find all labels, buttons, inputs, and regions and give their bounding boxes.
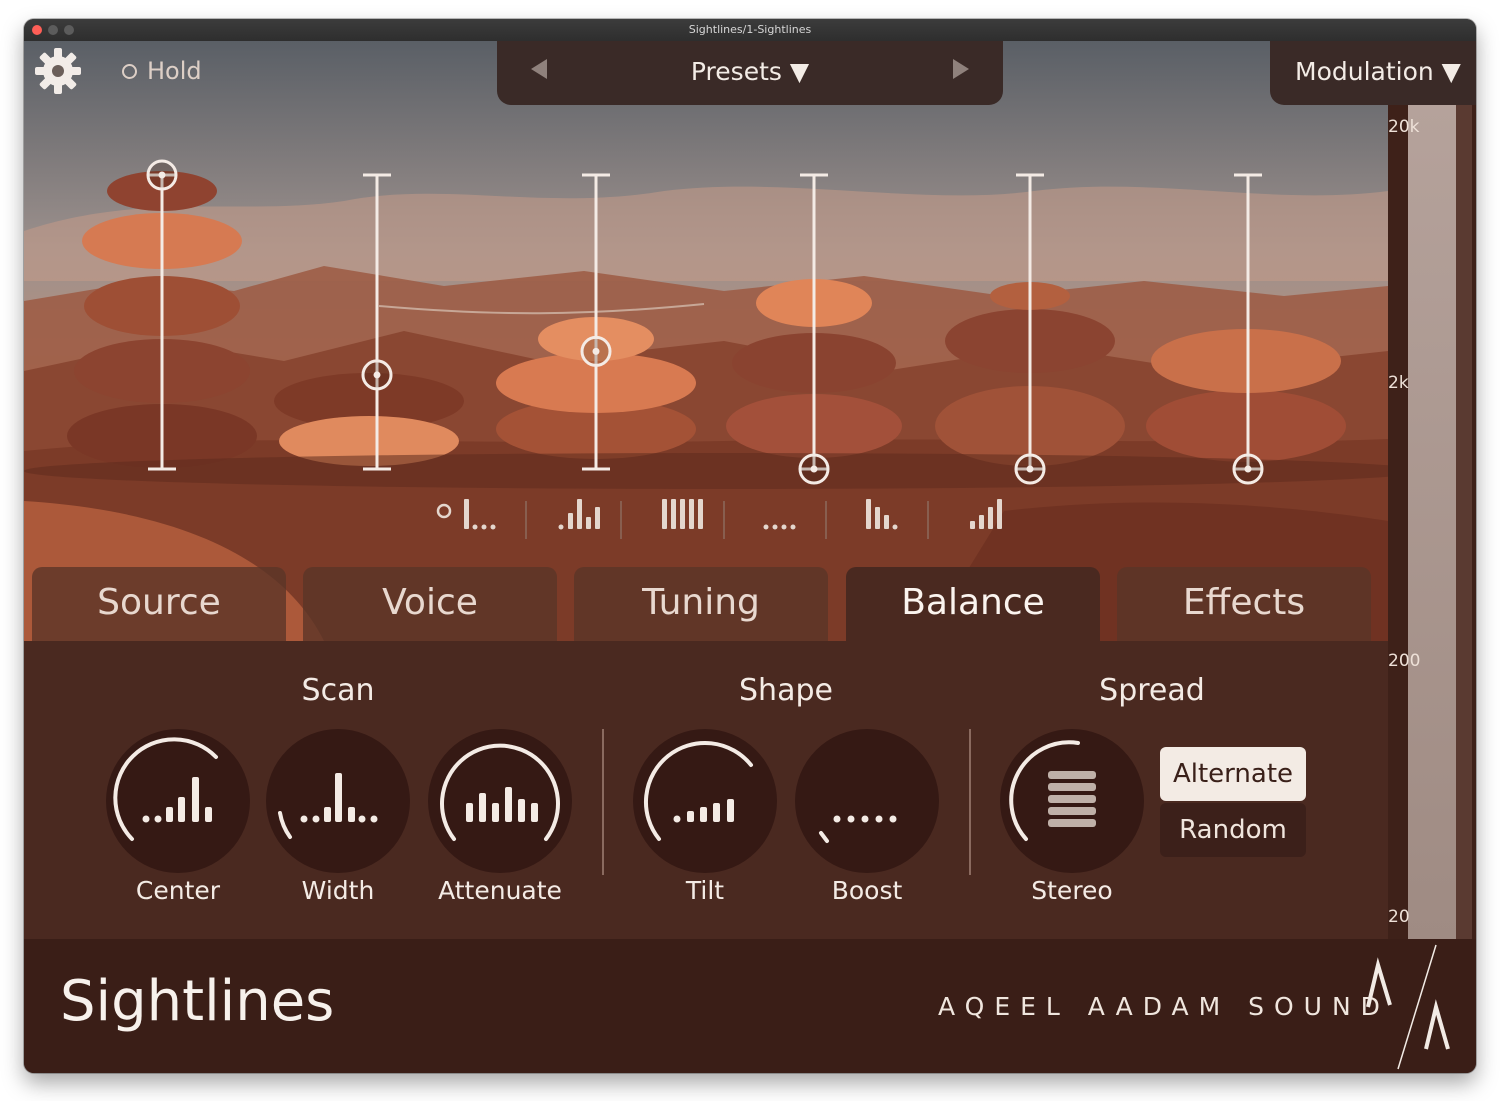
tab-effects[interactable]: Effects xyxy=(1117,567,1371,641)
pattern-first-high-icon-bar xyxy=(490,524,496,530)
tab-balance[interactable]: Balance xyxy=(846,567,1100,641)
pattern-even-icon-bar xyxy=(689,499,694,529)
slider-handle-dot-4[interactable] xyxy=(810,465,818,473)
pattern-middle-peak-icon-bar xyxy=(595,507,600,529)
pattern-first-high-icon[interactable] xyxy=(464,499,496,530)
pattern-flat-icon-bar xyxy=(781,524,787,530)
hold-toggle[interactable]: Hold xyxy=(122,57,202,85)
presets-dropdown[interactable]: Presets ▼ xyxy=(497,57,1003,86)
frequency-meter: 20k 2k 200 20 xyxy=(1388,105,1476,939)
modulation-bar: Modulation ▼ xyxy=(1270,41,1476,105)
pattern-even-icon-bar xyxy=(680,499,685,529)
settings-gear-icon[interactable] xyxy=(32,45,84,97)
voice-level-sliders xyxy=(146,159,1264,485)
pattern-selector xyxy=(436,499,1002,539)
section-divider xyxy=(969,729,971,875)
pattern-descending-icon-bar xyxy=(875,507,880,529)
close-window-button[interactable] xyxy=(32,25,42,35)
stereo-knob-label: Stereo xyxy=(1031,876,1113,905)
slider-handle-dot-1[interactable] xyxy=(158,171,166,179)
meter-edge xyxy=(1456,105,1472,939)
attenuate-knob-dial xyxy=(440,743,560,841)
pattern-ascending-icon-bar xyxy=(997,499,1002,529)
maker-name: AQEEL AADAM SOUND xyxy=(938,992,1390,1021)
tilt-knob[interactable] xyxy=(633,729,777,873)
next-preset-icon[interactable] xyxy=(953,59,969,79)
pattern-flat-icon-bar xyxy=(790,524,796,530)
pattern-ascending-icon-bar xyxy=(988,507,993,529)
section-divider xyxy=(602,729,604,875)
width-knob-dial xyxy=(278,773,378,839)
attenuate-knob-label: Attenuate xyxy=(438,876,562,905)
boost-knob[interactable] xyxy=(795,729,939,873)
meter-band xyxy=(1408,105,1456,939)
footer: Sightlines AQEEL AADAM SOUND xyxy=(24,939,1476,1073)
pattern-descending-icon-bar xyxy=(866,499,871,529)
tab-voice[interactable]: Voice xyxy=(303,567,557,641)
tab-tuning[interactable]: Tuning xyxy=(574,567,828,641)
pattern-middle-peak-icon[interactable] xyxy=(558,499,601,530)
app-window: Sightlines/1-Sightlines Hold Presets ▼ M… xyxy=(24,19,1476,1073)
hold-label: Hold xyxy=(147,57,202,85)
presets-bar: Presets ▼ xyxy=(497,41,1003,105)
pattern-flat-icon-bar xyxy=(763,524,769,530)
window-title: Sightlines/1-Sightlines xyxy=(688,23,812,36)
pattern-even-icon-bar xyxy=(671,499,676,529)
pattern-middle-peak-icon-bar xyxy=(577,499,582,529)
pattern-descending-icon[interactable] xyxy=(866,499,898,530)
pattern-first-high-icon-bar xyxy=(464,499,469,529)
boost-knob-dial xyxy=(819,815,897,843)
pattern-middle-peak-icon-bar xyxy=(558,524,564,530)
slider-handle-dot-5[interactable] xyxy=(1026,465,1034,473)
attenuate-knob[interactable] xyxy=(428,729,572,873)
pattern-flat-icon[interactable] xyxy=(763,524,796,530)
pattern-flat-icon-bar xyxy=(772,524,778,530)
center-knob[interactable] xyxy=(106,729,250,873)
pattern-even-icon[interactable] xyxy=(662,499,703,529)
hold-indicator-icon xyxy=(122,63,137,79)
pattern-selected-indicator-icon xyxy=(436,503,452,519)
tilt-knob-dial xyxy=(643,740,753,841)
modulation-dropdown[interactable]: Modulation ▼ xyxy=(1295,57,1461,86)
stereo-knob-dial xyxy=(1009,740,1096,841)
tab-source[interactable]: Source xyxy=(32,567,286,641)
width-knob[interactable] xyxy=(266,729,410,873)
slider-handle-dot-3[interactable] xyxy=(592,347,600,355)
alternate-option-button[interactable]: Alternate xyxy=(1160,747,1306,801)
product-name: Sightlines xyxy=(60,969,335,1034)
center-knob-label: Center xyxy=(135,876,221,905)
meter-label-20k: 20k xyxy=(1388,117,1420,137)
pattern-ascending-icon[interactable] xyxy=(970,499,1002,529)
slider-handle-dot-6[interactable] xyxy=(1244,465,1252,473)
pattern-ascending-icon-bar xyxy=(970,521,975,529)
shape-section-title: Shape xyxy=(739,673,833,708)
tab-bar: Source Voice Tuning Balance Effects xyxy=(32,567,1372,641)
meter-label-200: 200 xyxy=(1388,651,1421,671)
spread-section-title: Spread xyxy=(1099,673,1205,708)
stereo-knob[interactable] xyxy=(1000,729,1144,873)
boost-knob-label: Boost xyxy=(831,876,903,905)
pattern-ascending-icon-bar xyxy=(979,515,984,529)
random-option-button[interactable]: Random xyxy=(1160,803,1306,857)
pattern-even-icon-bar xyxy=(698,499,703,529)
pattern-descending-icon-bar xyxy=(884,515,889,529)
pattern-descending-icon-bar xyxy=(892,524,898,530)
maker-logo-icon xyxy=(1366,944,1450,1070)
tilt-knob-label: Tilt xyxy=(685,876,725,905)
pattern-first-high-icon-bar xyxy=(481,524,487,530)
slider-handle-dot-2[interactable] xyxy=(373,371,381,379)
minimize-window-button[interactable] xyxy=(48,25,58,35)
width-knob-label: Width xyxy=(301,876,375,905)
balance-panel: Scan Shape Spread Center Width Attenuate… xyxy=(24,641,1388,939)
pattern-middle-peak-icon-bar xyxy=(568,513,573,529)
pattern-middle-peak-icon-bar xyxy=(586,517,591,529)
scan-section-title: Scan xyxy=(301,673,375,708)
center-knob-dial xyxy=(113,737,218,841)
pattern-even-icon-bar xyxy=(662,499,667,529)
pattern-first-high-icon-bar xyxy=(472,524,478,530)
meter-label-20: 20 xyxy=(1388,907,1410,927)
title-bar: Sightlines/1-Sightlines xyxy=(24,19,1476,41)
meter-label-2k: 2k xyxy=(1388,373,1409,393)
zoom-window-button[interactable] xyxy=(64,25,74,35)
